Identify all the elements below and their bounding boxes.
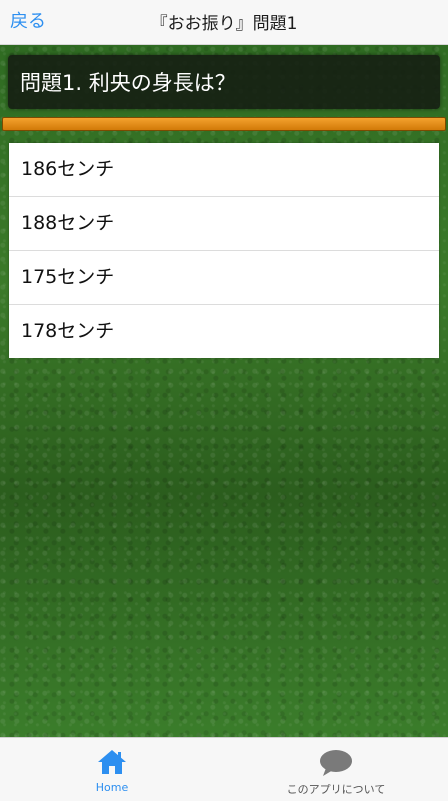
- answer-option-4[interactable]: 178センチ: [9, 305, 439, 358]
- tab-home[interactable]: Home: [0, 738, 224, 801]
- navigation-bar: 戻る 『おお振り』問題1: [0, 0, 448, 45]
- tab-bar: Home このアプリについて: [0, 737, 448, 801]
- page-title: 『おお振り』問題1: [150, 14, 298, 34]
- answer-option-3[interactable]: 175センチ: [9, 251, 439, 305]
- speech-bubble-icon: [320, 750, 352, 776]
- tab-about[interactable]: このアプリについて: [224, 738, 448, 801]
- answer-list: 186センチ 188センチ 175センチ 178センチ: [9, 143, 439, 358]
- tab-about-label: このアプリについて: [286, 783, 386, 796]
- timer-progress-bar: [2, 117, 446, 131]
- tab-home-label: Home: [95, 781, 129, 794]
- question-text: 問題1. 利央の身長は？: [20, 71, 236, 95]
- question-panel: 問題1. 利央の身長は？: [8, 55, 440, 109]
- answer-option-2[interactable]: 188センチ: [9, 197, 439, 251]
- home-icon: [98, 750, 126, 774]
- answer-option-1[interactable]: 186センチ: [9, 143, 439, 197]
